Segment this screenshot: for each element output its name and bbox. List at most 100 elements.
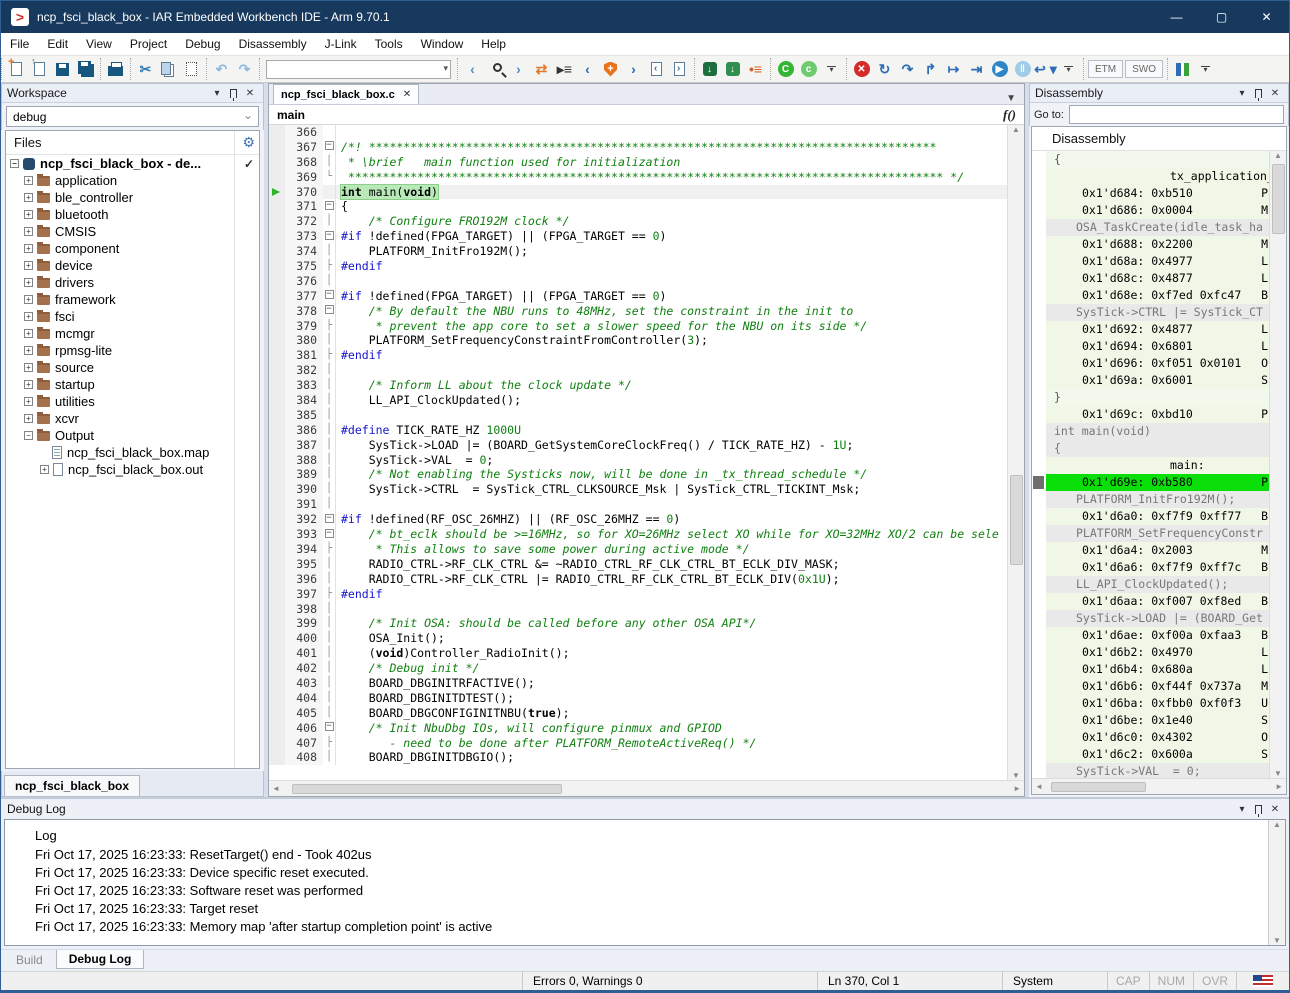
download-and-debug[interactable]: ↓ bbox=[698, 58, 721, 80]
disassembly-horizontal-scrollbar[interactable]: ◄ ► bbox=[1032, 778, 1286, 794]
fold-collapse-icon[interactable]: − bbox=[325, 722, 334, 731]
debug-log-pin-icon[interactable] bbox=[1255, 805, 1262, 814]
disassembly-label-row[interactable]: main: bbox=[1032, 457, 1269, 474]
fold-marker[interactable]: − bbox=[323, 140, 336, 155]
tree-folder-cmsis[interactable]: +CMSIS bbox=[6, 223, 259, 240]
fold-marker[interactable]: − bbox=[323, 289, 336, 304]
fold-marker[interactable]: − bbox=[323, 721, 336, 736]
disassembly-source-row[interactable]: { bbox=[1032, 151, 1269, 168]
expand-icon[interactable]: + bbox=[24, 312, 33, 321]
fold-marker[interactable]: − bbox=[323, 229, 336, 244]
menu-edit[interactable]: Edit bbox=[38, 34, 77, 54]
code-line[interactable]: 402│ /* Debug init */ bbox=[269, 661, 1007, 676]
new-document[interactable] bbox=[5, 58, 28, 80]
toolbar-overflow[interactable]: ▾ bbox=[820, 58, 843, 80]
code-line[interactable]: 386│#define TICK_RATE_HZ 1000U bbox=[269, 423, 1007, 438]
disassembly-instruction-row[interactable]: 0x1'd692: 0x4877L bbox=[1032, 321, 1269, 338]
disassembly-close-icon[interactable]: ✕ bbox=[1267, 88, 1283, 99]
breakpoint-margin[interactable] bbox=[269, 274, 285, 289]
menu-help[interactable]: Help bbox=[472, 34, 515, 54]
breakpoint-margin[interactable] bbox=[269, 125, 285, 140]
tree-folder-application[interactable]: +application bbox=[6, 172, 259, 189]
code-line[interactable]: 403│ BOARD_DBGINITRFACTIVE(); bbox=[269, 676, 1007, 691]
tree-folder-output[interactable]: −Output bbox=[6, 427, 259, 444]
debug-log-close-icon[interactable]: ✕ bbox=[1267, 804, 1283, 815]
scroll-up-icon[interactable]: ▲ bbox=[1012, 125, 1020, 134]
workspace-pin-icon[interactable] bbox=[230, 89, 237, 98]
tree-folder-bluetooth[interactable]: +bluetooth bbox=[6, 206, 259, 223]
code-line[interactable]: 405│ BOARD_DBGCONFIGINITNBU(true); bbox=[269, 706, 1007, 721]
code-line[interactable]: 375├#endif bbox=[269, 259, 1007, 274]
reset[interactable]: ↻ bbox=[873, 58, 896, 80]
find-combobox[interactable] bbox=[266, 60, 451, 79]
code-line[interactable]: 406− /* Init NbuDbg IOs, will configure … bbox=[269, 721, 1007, 736]
fold-collapse-icon[interactable]: − bbox=[325, 290, 334, 299]
menu-tools[interactable]: Tools bbox=[366, 34, 412, 54]
disassembly-vscroll-thumb[interactable] bbox=[1272, 164, 1285, 234]
breakpoint-margin[interactable] bbox=[269, 497, 285, 512]
disassembly-instruction-row[interactable]: 0x1'd6a4: 0x2003M bbox=[1032, 542, 1269, 559]
fold-collapse-icon[interactable]: − bbox=[325, 201, 334, 210]
menu-file[interactable]: File bbox=[1, 34, 38, 54]
toggle-breakpoint[interactable]: + bbox=[599, 58, 622, 80]
tree-folder-mcmgr[interactable]: +mcmgr bbox=[6, 325, 259, 342]
breakpoint-margin[interactable] bbox=[269, 348, 285, 363]
code-line[interactable]: 392−#if !defined(RF_OSC_26MHZ) || (RF_OS… bbox=[269, 512, 1007, 527]
expand-icon[interactable]: + bbox=[24, 329, 33, 338]
tab-list-dropdown-icon[interactable]: ▼ bbox=[998, 93, 1024, 104]
configuration-dropdown[interactable]: debug bbox=[6, 106, 259, 127]
tree-folder-source[interactable]: +source bbox=[6, 359, 259, 376]
disassembly-source-row[interactable]: int main(void) bbox=[1032, 423, 1269, 440]
collapse-icon[interactable]: − bbox=[24, 431, 33, 440]
code-line[interactable]: 371−{ bbox=[269, 199, 1007, 214]
step-out[interactable]: ↱ bbox=[919, 58, 942, 80]
disassembly-instruction-row[interactable]: 0x1'd6be: 0x1e40S bbox=[1032, 712, 1269, 729]
disassembly-instruction-row[interactable]: 0x1'd6a6: 0xf7f9 0xff7cB bbox=[1032, 559, 1269, 576]
fold-marker[interactable]: − bbox=[323, 512, 336, 527]
debug-overflow[interactable]: ▾ bbox=[1057, 58, 1080, 80]
expand-icon[interactable]: + bbox=[24, 363, 33, 372]
gear-icon[interactable]: ⚙ bbox=[242, 134, 255, 151]
cut[interactable]: ✂ bbox=[134, 58, 157, 80]
memory-config[interactable] bbox=[1171, 58, 1194, 80]
breakpoint-margin[interactable] bbox=[269, 691, 285, 706]
disassembly-instruction-row[interactable]: 0x1'd69c: 0xbd10P bbox=[1032, 406, 1269, 423]
minimize-button[interactable]: — bbox=[1154, 1, 1199, 33]
fold-collapse-icon[interactable]: − bbox=[325, 305, 334, 314]
disassembly-instruction-row[interactable]: 0x1'd684: 0xb510P bbox=[1032, 185, 1269, 202]
disassembly-instruction-row[interactable]: 0x1'd6c2: 0x600aS bbox=[1032, 746, 1269, 763]
breakpoint-margin[interactable] bbox=[269, 453, 285, 468]
disassembly-source-row[interactable]: { bbox=[1032, 440, 1269, 457]
go[interactable]: ▶ bbox=[988, 58, 1011, 80]
code-line[interactable]: 378− /* By default the NBU runs to 48MHz… bbox=[269, 304, 1007, 319]
tree-folder-fsci[interactable]: +fsci bbox=[6, 308, 259, 325]
close-button[interactable]: ✕ bbox=[1244, 1, 1289, 33]
tree-root-project[interactable]: −ncp_fsci_black_box - de...✓ bbox=[6, 155, 259, 172]
find[interactable] bbox=[484, 58, 507, 80]
code-line[interactable]: 380│ PLATFORM_SetFrequencyConstraintFrom… bbox=[269, 333, 1007, 348]
disassembly-instruction-row[interactable]: 0x1'd688: 0x2200M bbox=[1032, 236, 1269, 253]
code-line[interactable]: 390│ SysTick->CTRL = SysTick_CTRL_CLKSOU… bbox=[269, 482, 1007, 497]
disassembly-instruction-row[interactable]: 0x1'd6c0: 0x4302O bbox=[1032, 729, 1269, 746]
scroll-left-icon[interactable]: ◄ bbox=[272, 784, 280, 793]
editor-tab[interactable]: ncp_fsci_black_box.c ✕ bbox=[273, 84, 419, 104]
breakpoint-margin[interactable] bbox=[269, 721, 285, 736]
code-line[interactable]: 382│ bbox=[269, 363, 1007, 378]
breakpoint-margin[interactable] bbox=[269, 542, 285, 557]
code-line[interactable]: 398│ bbox=[269, 602, 1007, 617]
menu-jlink[interactable]: J-Link bbox=[316, 34, 366, 54]
disassembly-instruction-row[interactable]: 0x1'd696: 0xf051 0x0101O bbox=[1032, 355, 1269, 372]
code-line[interactable]: 387│ SysTick->LOAD |= (BOARD_GetSystemCo… bbox=[269, 438, 1007, 453]
breakpoint-margin[interactable] bbox=[269, 319, 285, 334]
scroll-left-icon[interactable]: ◄ bbox=[1035, 782, 1043, 791]
menu-disassembly[interactable]: Disassembly bbox=[230, 34, 316, 54]
copy[interactable] bbox=[157, 58, 180, 80]
save-all[interactable] bbox=[74, 58, 97, 80]
breakpoint-margin[interactable] bbox=[269, 170, 285, 185]
break[interactable]: ‖ bbox=[1011, 58, 1034, 80]
scroll-down-icon[interactable]: ▼ bbox=[1273, 936, 1281, 945]
goto-input[interactable] bbox=[1069, 105, 1284, 124]
tab-close-icon[interactable]: ✕ bbox=[403, 89, 411, 100]
code-line[interactable]: 394├ * This allows to save some power du… bbox=[269, 542, 1007, 557]
step-into[interactable]: ↦ bbox=[942, 58, 965, 80]
